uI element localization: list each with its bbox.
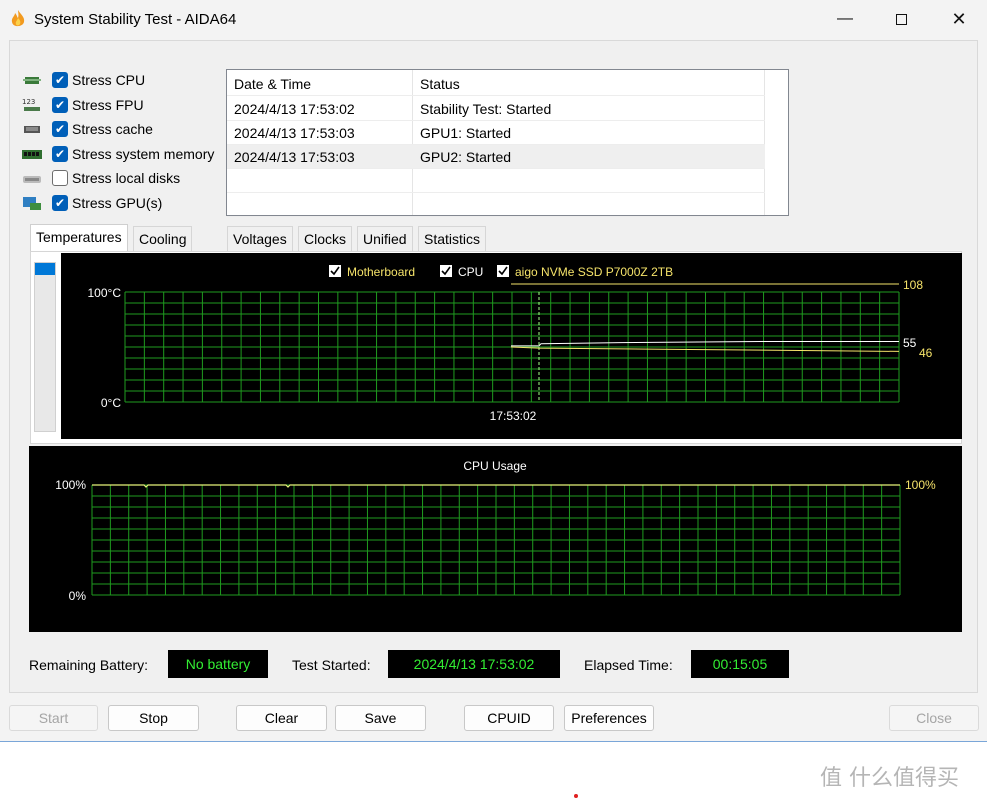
- cpu-y-bottom-label: 0%: [69, 589, 87, 603]
- tab-cooling-fans[interactable]: Cooling Fans: [133, 226, 193, 271]
- cpu-usage-chart: CPU Usage 100% 0% 100%: [29, 446, 962, 632]
- cpu-value-label: 100%: [905, 478, 936, 492]
- stress-item-label[interactable]: Stress CPU: [72, 72, 145, 88]
- test-started-label: Test Started:: [292, 657, 371, 673]
- legend-checkbox[interactable]: [440, 265, 452, 277]
- save-button[interactable]: Save: [335, 705, 426, 731]
- main-panel: ✔ Stress CPU 123 ✔ Stress FPU ✔ Stress cache ✔ S…: [9, 40, 978, 693]
- log-cell-datetime: 2024/4/13 17:53:03: [234, 125, 355, 141]
- temp-value-motherboard: 46: [919, 346, 933, 360]
- event-log: Date & Time Status 2024/4/13 17:53:02 Sta…: [226, 69, 789, 217]
- window-title: System Stability Test - AIDA64: [34, 11, 237, 28]
- log-cell-status: GPU2: Started: [420, 149, 512, 165]
- tab-statistics[interactable]: Statistics: [418, 226, 487, 252]
- checkmark-icon: ✔: [54, 122, 66, 136]
- stress-item-stress-cpu[interactable]: ✔ Stress CPU: [22, 69, 145, 91]
- memory-icon: [22, 146, 42, 162]
- title-bar: System Stability Test - AIDA64 — ✕: [0, 0, 987, 38]
- stress-item-label[interactable]: Stress system memory: [72, 146, 214, 162]
- maximize-button[interactable]: [872, 0, 930, 38]
- log-cell-status: GPU1: Started: [420, 125, 512, 141]
- stress-item-label[interactable]: Stress GPU(s): [72, 195, 162, 211]
- elapsed-time-value: 00:15:05: [691, 650, 789, 678]
- legend-label[interactable]: CPU: [458, 265, 483, 279]
- log-row: [227, 193, 765, 217]
- stress-item-stress-system-memory[interactable]: ✔ Stress system memory: [22, 143, 214, 165]
- stress-checkbox[interactable]: [52, 170, 68, 186]
- battery-label: Remaining Battery:: [29, 657, 149, 673]
- log-row: [227, 169, 765, 193]
- stress-checkbox-checked[interactable]: ✔: [52, 121, 68, 137]
- red-dot: [574, 794, 578, 798]
- cache-icon: [22, 121, 42, 137]
- stress-item-stress-gpu-s[interactable]: ✔ Stress GPU(s): [22, 192, 162, 214]
- tab-clocks[interactable]: Clocks: [298, 226, 353, 252]
- stress-checkbox-checked[interactable]: ✔: [52, 146, 68, 162]
- minimize-button[interactable]: —: [816, 0, 874, 38]
- fpu-icon: 123: [22, 97, 42, 113]
- stress-item-label[interactable]: Stress local disks: [72, 170, 180, 186]
- cpu-icon: [22, 72, 42, 88]
- close-button[interactable]: Close: [889, 705, 979, 731]
- stress-checkbox-checked[interactable]: ✔: [52, 72, 68, 88]
- log-cell-status: Stability Test: Started: [420, 101, 552, 117]
- close-icon: ✕: [951, 8, 967, 29]
- checkmark-icon: ✔: [54, 73, 66, 87]
- minimize-icon: —: [837, 10, 853, 27]
- disk-icon: [22, 170, 42, 186]
- sensor-scrollbar[interactable]: [34, 262, 56, 432]
- test-started-value: 2024/4/13 17:53:02: [388, 650, 560, 678]
- temperature-chart: Motherboard CPU aigo NVMe SSD P7000Z 2TB 1…: [61, 253, 962, 439]
- gpu-icon: [22, 195, 42, 211]
- stress-checkbox-checked[interactable]: ✔: [52, 195, 68, 211]
- stress-item-stress-local-disks[interactable]: Stress local disks: [22, 167, 180, 189]
- temp-y-bottom-label: 0°C: [101, 396, 121, 410]
- start-button[interactable]: Start: [9, 705, 98, 731]
- cpu-chart-title: CPU Usage: [463, 459, 527, 473]
- temp-x-time-label: 17:53:02: [490, 409, 537, 423]
- temp-value-cpu: 55: [903, 336, 917, 350]
- legend-label[interactable]: Motherboard: [347, 265, 415, 279]
- log-cell-datetime: 2024/4/13 17:53:02: [234, 101, 355, 117]
- battery-value: No battery: [168, 650, 268, 678]
- cpu-usage-chart-svg: CPU Usage 100% 0% 100%: [55, 459, 936, 603]
- stress-item-stress-cache[interactable]: ✔ Stress cache: [22, 118, 153, 140]
- legend-checkbox[interactable]: [497, 265, 509, 277]
- stress-checkbox-checked[interactable]: ✔: [52, 97, 68, 113]
- aida64-flame-icon: [11, 10, 25, 27]
- stress-item-label[interactable]: Stress cache: [72, 121, 153, 137]
- checkmark-icon: ✔: [54, 147, 66, 161]
- temperature-chart-svg: Motherboard CPU aigo NVMe SSD P7000Z 2TB 1…: [88, 265, 933, 423]
- cpu-y-top-label: 100%: [55, 478, 86, 492]
- stop-button[interactable]: Stop: [108, 705, 199, 731]
- elapsed-time-label: Elapsed Time:: [584, 657, 673, 673]
- tab-temperatures[interactable]: Temperatures: [30, 224, 128, 252]
- log-cell-datetime: 2024/4/13 17:53:03: [234, 149, 355, 165]
- cpuid-button[interactable]: CPUID: [464, 705, 554, 731]
- clear-button[interactable]: Clear: [236, 705, 327, 731]
- preferences-button[interactable]: Preferences: [564, 705, 654, 731]
- tab-voltages[interactable]: Voltages: [227, 226, 293, 252]
- aida64-window: System Stability Test - AIDA64 — ✕ ✔ Stre…: [0, 0, 987, 742]
- maximize-icon: [895, 13, 907, 25]
- stress-item-label[interactable]: Stress FPU: [72, 97, 144, 113]
- svg-text:123: 123: [22, 98, 35, 106]
- log-header-datetime[interactable]: Date & Time: [227, 72, 311, 96]
- log-header-status[interactable]: Status: [413, 72, 460, 96]
- scrollbar-thumb[interactable]: [35, 263, 55, 275]
- tab-unified[interactable]: Unified: [357, 226, 413, 252]
- checkmark-icon: ✔: [54, 98, 66, 112]
- close-window-button[interactable]: ✕: [930, 0, 987, 38]
- legend-checkbox[interactable]: [329, 265, 341, 277]
- legend-label[interactable]: aigo NVMe SSD P7000Z 2TB: [515, 265, 673, 279]
- watermark: 值 什么值得买: [820, 766, 959, 791]
- temp-value-ssd: 108: [903, 278, 923, 292]
- temp-y-top-label: 100°C: [88, 286, 122, 300]
- stress-item-stress-fpu[interactable]: 123 ✔ Stress FPU: [22, 94, 144, 116]
- checkmark-icon: ✔: [54, 196, 66, 210]
